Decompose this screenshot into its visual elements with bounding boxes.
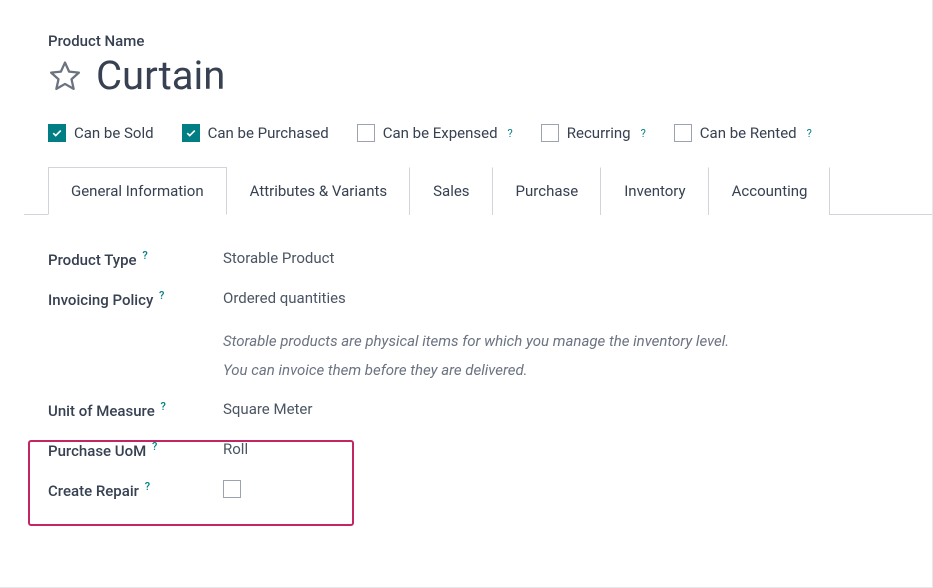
create-repair-row: Create Repair ?	[48, 470, 908, 512]
can-be-expensed-label: Can be Expensed	[383, 124, 498, 142]
tab-general-information[interactable]: General Information	[48, 167, 227, 215]
tab-sales[interactable]: Sales	[410, 167, 492, 215]
checkbox-unchecked-icon[interactable]	[674, 124, 692, 142]
invoicing-policy-value[interactable]: Ordered quantities	[223, 289, 346, 307]
checkbox-checked-icon[interactable]	[48, 124, 66, 142]
policy-hint-line2: You can invoice them before they are del…	[223, 356, 908, 385]
recurring-option[interactable]: Recurring ?	[541, 124, 646, 142]
purchase-uom-row: Purchase UoM ? Roll	[48, 430, 908, 470]
tab-attributes-variants[interactable]: Attributes & Variants	[227, 167, 410, 215]
help-icon[interactable]: ?	[159, 289, 164, 302]
checkbox-unchecked-icon[interactable]	[357, 124, 375, 142]
create-repair-label: Create Repair	[48, 482, 139, 500]
unit-of-measure-label: Unit of Measure	[48, 402, 155, 420]
tab-bar: General Information Attributes & Variant…	[24, 166, 932, 215]
invoicing-policy-row: Invoicing Policy ? Ordered quantities	[48, 279, 908, 319]
policy-hint: Storable products are physical items for…	[48, 327, 908, 384]
tab-inventory[interactable]: Inventory	[601, 167, 708, 215]
help-icon[interactable]: ?	[807, 127, 812, 140]
can-be-rented-label: Can be Rented	[700, 124, 797, 142]
can-be-rented-option[interactable]: Can be Rented ?	[674, 124, 812, 142]
can-be-purchased-option[interactable]: Can be Purchased	[182, 124, 329, 142]
product-type-row: Product Type ? Storable Product	[48, 239, 908, 279]
tab-accounting[interactable]: Accounting	[709, 167, 831, 215]
help-icon[interactable]: ?	[152, 440, 157, 453]
unit-of-measure-value[interactable]: Square Meter	[223, 400, 312, 418]
product-title[interactable]: Curtain	[96, 54, 225, 98]
help-icon[interactable]: ?	[508, 127, 513, 140]
can-be-sold-label: Can be Sold	[74, 124, 154, 142]
tab-purchase[interactable]: Purchase	[493, 167, 602, 215]
help-icon[interactable]: ?	[160, 400, 165, 413]
create-repair-checkbox[interactable]	[223, 480, 241, 498]
can-be-purchased-label: Can be Purchased	[208, 124, 329, 142]
help-icon[interactable]: ?	[641, 127, 646, 140]
policy-hint-line1: Storable products are physical items for…	[223, 327, 908, 356]
purchase-uom-value[interactable]: Roll	[223, 440, 248, 458]
product-type-value[interactable]: Storable Product	[223, 249, 334, 267]
unit-of-measure-row: Unit of Measure ? Square Meter	[48, 390, 908, 430]
favorite-star-icon[interactable]	[48, 59, 82, 93]
checkbox-checked-icon[interactable]	[182, 124, 200, 142]
help-icon[interactable]: ?	[142, 249, 147, 262]
can-be-expensed-option[interactable]: Can be Expensed ?	[357, 124, 513, 142]
help-icon[interactable]: ?	[145, 480, 150, 493]
can-be-sold-option[interactable]: Can be Sold	[48, 124, 154, 142]
checkbox-unchecked-icon[interactable]	[541, 124, 559, 142]
product-name-label: Product Name	[48, 32, 908, 50]
invoicing-policy-label: Invoicing Policy	[48, 291, 153, 309]
purchase-uom-label: Purchase UoM	[48, 442, 146, 460]
product-type-label: Product Type	[48, 251, 137, 269]
recurring-label: Recurring	[567, 124, 631, 142]
